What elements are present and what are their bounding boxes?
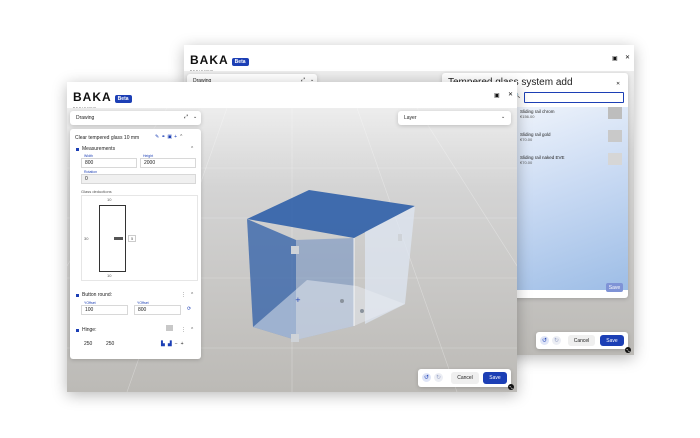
item-price: €70.00 [520, 160, 533, 165]
deduction-right: 5 [128, 235, 137, 242]
redo-icon[interactable]: ↻ [434, 373, 443, 382]
logo-text: BAKA [73, 90, 112, 104]
align-left-icon[interactable]: ▙ [161, 341, 168, 347]
close-icon[interactable]: ✕ [625, 54, 630, 61]
width-value: 800 [85, 160, 94, 166]
resize-handle-icon[interactable]: ⤡ [625, 347, 631, 353]
knob [360, 309, 364, 313]
beta-badge: Beta [231, 58, 249, 66]
save-button[interactable]: Save [600, 335, 624, 346]
list-item[interactable]: Sliding rail chrom €156.00 [520, 106, 624, 122]
deductions-label: Glass deductions [81, 189, 112, 194]
deduction-bottom: 10 [107, 273, 112, 278]
print-icon[interactable]: ▣ [612, 55, 618, 62]
undo-icon[interactable]: ↺ [540, 336, 549, 345]
item-price: €70.00 [520, 137, 533, 142]
layer-bar: Layer ⌄ [398, 111, 511, 125]
rotation-value: 0 [85, 176, 88, 182]
button-round-header[interactable]: Button round: [76, 292, 112, 298]
list-item[interactable]: Sliding rail gold €70.00 [520, 129, 624, 145]
height-label: Height [143, 154, 154, 158]
hinge-1 [291, 246, 299, 254]
chevron-up-icon[interactable]: ⌃ [190, 292, 194, 298]
hinge-value-1[interactable]: 250 [81, 340, 100, 350]
hinge-3 [398, 234, 402, 241]
ypos-value: 100 [85, 307, 94, 313]
width-field[interactable]: Width 800 [81, 154, 137, 168]
cancel-button[interactable]: Cancel [568, 335, 595, 346]
deductions-diagram: 10 30 5 10 [81, 195, 198, 281]
knob [340, 299, 344, 303]
align-right-icon[interactable]: ▟ [168, 341, 175, 347]
logo: BAKADESIGNER Beta [190, 51, 249, 73]
rotation-field[interactable]: Rotation 0 [81, 170, 196, 184]
svg-text:+: + [295, 296, 301, 304]
item-thumbnail [608, 130, 622, 142]
search-input[interactable] [524, 92, 624, 103]
front-window: BAKADESIGNER Beta ▣ ✕ [67, 82, 517, 392]
ypos-label: YOffset [84, 301, 96, 305]
measurements-title: Measurements [82, 146, 116, 152]
chevron-up-icon[interactable]: ⌃ [179, 134, 185, 140]
hinge-thumbnail [166, 325, 173, 331]
measurements-header[interactable]: Measurements [76, 146, 115, 152]
item-thumbnail [608, 107, 622, 119]
more-icon[interactable]: ⋮ [181, 292, 186, 298]
save-button[interactable]: Save [483, 372, 507, 384]
section-marker-icon [76, 147, 79, 151]
undo-icon[interactable]: ↺ [422, 373, 431, 382]
properties-panel: Clear tempered glass 10 mm ✎⚭▣+⌃ Measure… [70, 129, 201, 359]
redo-icon[interactable]: ↻ [552, 336, 561, 345]
logo-text: BAKA [190, 53, 229, 67]
hinge-title: Hinge: [82, 327, 97, 333]
logo: BAKADESIGNER Beta [73, 88, 132, 110]
chevron-down-icon[interactable]: ⌄ [501, 114, 505, 120]
cancel-button[interactable]: Cancel [451, 372, 479, 384]
glass-title: Clear tempered glass 10 mm [75, 135, 140, 141]
close-icon[interactable]: ✕ [508, 91, 513, 98]
item-thumbnail [608, 153, 622, 165]
plus-icon[interactable]: + [181, 341, 187, 347]
beta-badge: Beta [114, 95, 132, 103]
ypos-field[interactable]: YOffset 100 [81, 301, 128, 315]
glass-enclosure[interactable]: + [247, 190, 415, 342]
more-icon[interactable]: ⋮ [181, 327, 186, 333]
section-marker-icon [76, 293, 79, 297]
drawing-bar: Drawing ⤢ ⌄ [70, 111, 201, 125]
list-item[interactable]: Sliding rail naked EVE €70.00 [520, 152, 624, 168]
hinge-value-2[interactable]: 250 [103, 340, 122, 350]
resize-handle-icon[interactable]: ⤡ [508, 384, 514, 390]
panel-save-button[interactable]: Save [606, 283, 623, 292]
hinge-2 [291, 334, 299, 342]
xpos-field[interactable]: YOffset 800 [134, 301, 181, 315]
drawing-label: Drawing [76, 115, 95, 121]
action-bar: ↺ ↻ Cancel Save [418, 369, 511, 387]
hinge-header[interactable]: Hinge: [76, 327, 96, 333]
hinge-value-text: 250 [84, 341, 93, 347]
hinge-tools: ▙▟−+ [161, 341, 187, 347]
xpos-value: 800 [138, 307, 147, 313]
item-price: €156.00 [520, 114, 535, 119]
rotation-label: Rotation [84, 170, 98, 174]
button-round-title: Button round: [82, 292, 113, 298]
chevron-up-icon[interactable]: ⌃ [190, 327, 194, 333]
width-label: Width [84, 154, 93, 158]
section-marker-icon [76, 328, 79, 332]
layer-label: Layer [404, 115, 417, 121]
deduction-top: 10 [107, 197, 112, 202]
xpos-label: YOffset [137, 301, 149, 305]
chevron-down-icon[interactable]: ⌄ [193, 114, 197, 120]
deduction-left: 30 [84, 236, 89, 241]
height-field[interactable]: Height 2000 [140, 154, 196, 168]
chevron-up-icon[interactable]: ⌃ [190, 146, 194, 152]
expand-icon[interactable]: ⤢ [184, 114, 188, 120]
back-action-bar: ↺ ↻ Cancel Save [536, 332, 628, 349]
hinge-value-text: 250 [106, 341, 115, 347]
print-icon[interactable]: ▣ [494, 92, 500, 99]
height-value: 2000 [144, 160, 156, 166]
handle-icon [114, 237, 123, 240]
panel-toolbar: ✎⚭▣+⌃ [155, 134, 185, 140]
panel-close-icon[interactable]: ✕ [616, 81, 620, 87]
refresh-icon[interactable]: ⟳ [187, 306, 191, 312]
